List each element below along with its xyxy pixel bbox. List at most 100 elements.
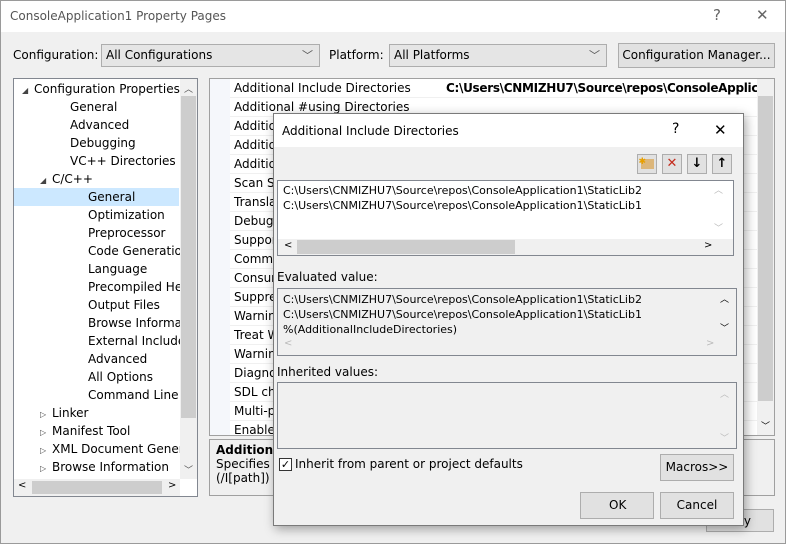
tree-item[interactable]: ◢ Configuration Properties — [14, 80, 180, 98]
chevron-down-icon: ﹀ — [302, 49, 313, 62]
inherited-values-box: ︿ ﹀ — [277, 382, 737, 449]
new-folder-icon: ✱ — [639, 157, 654, 169]
tree-item[interactable]: ▷ XML Document Genera — [14, 440, 191, 458]
grid-vertical-scrollbar[interactable]: ﹀ — [757, 79, 774, 435]
tree-item[interactable]: Browse Information — [14, 314, 197, 332]
scroll-up-icon[interactable]: ︿ — [720, 387, 729, 400]
scroll-down-icon[interactable]: ﹀ — [184, 463, 193, 476]
tree-item-label: Linker — [52, 406, 89, 420]
scroll-left-icon[interactable]: < — [284, 240, 292, 251]
scroll-thumb[interactable] — [181, 96, 196, 418]
tree-item[interactable]: Output Files — [14, 296, 179, 314]
move-up-button[interactable]: ↑ — [712, 154, 732, 174]
tree-item[interactable]: Advanced — [14, 116, 179, 134]
scroll-up-icon[interactable]: ︿ — [720, 292, 729, 305]
tree-item-label: Manifest Tool — [52, 424, 131, 438]
platform-select[interactable]: All Platforms ﹀ — [389, 44, 607, 67]
property-row[interactable]: Additional Include Directories C:\Users\C… — [230, 79, 774, 98]
list-horizontal-scrollbar[interactable]: < > — [278, 239, 733, 255]
tree-item-label: VC++ Directories — [70, 154, 176, 168]
tree-item[interactable]: External Includes — [14, 332, 192, 350]
configuration-value: All Configurations — [106, 48, 213, 62]
scroll-right-icon[interactable]: > — [706, 338, 714, 349]
scroll-down-icon[interactable]: ﹀ — [761, 419, 770, 432]
macros-button[interactable]: Macros>> — [660, 454, 734, 481]
scroll-left-icon[interactable]: < — [18, 480, 26, 491]
tree-item[interactable]: ▷ Linker — [14, 404, 179, 422]
dialog-title: Additional Include Directories — [282, 124, 459, 138]
evaluated-line: C:\Users\CNMIZHU7\Source\repos\ConsoleAp… — [283, 308, 642, 321]
scroll-down-icon[interactable]: ﹀ — [714, 221, 723, 234]
property-name: Comm — [234, 252, 274, 266]
scroll-up-icon[interactable]: ︿ — [184, 82, 193, 95]
inherited-values-label: Inherited values: — [277, 365, 378, 379]
tree-item[interactable]: ◢ C/C++ — [14, 170, 179, 188]
inherit-checkbox-label[interactable]: Inherit from parent or project defaults — [295, 457, 523, 471]
configuration-label: Configuration: — [13, 48, 99, 62]
tree-item[interactable]: Precompiled Heade — [14, 278, 197, 296]
collapsed-arrow-icon[interactable]: ▷ — [40, 460, 52, 478]
tree-item[interactable]: Preprocessor — [14, 224, 179, 242]
tree-item-label: Command Line — [88, 388, 179, 402]
tree-item[interactable]: Code Generation — [14, 242, 189, 260]
delete-icon: ✕ — [666, 156, 678, 171]
tree-item[interactable]: VC++ Directories — [14, 152, 179, 170]
scroll-thumb[interactable] — [32, 481, 162, 494]
tree-item[interactable]: ▷ Manifest Tool — [14, 422, 179, 440]
directory-entry[interactable]: C:\Users\CNMIZHU7\Source\repos\ConsoleAp… — [283, 198, 642, 213]
tree-vertical-scrollbar[interactable]: ︿ ﹀ — [180, 79, 197, 479]
property-value[interactable]: C:\Users\CNMIZHU7\Source\repos\ConsoleAp… — [446, 79, 774, 98]
window-title: ConsoleApplication1 Property Pages — [10, 9, 227, 23]
tree-item[interactable]: All Options — [14, 368, 179, 386]
property-name: Enable — [234, 423, 275, 436]
platform-value: All Platforms — [394, 48, 470, 62]
configuration-manager-button[interactable]: Configuration Manager... — [618, 43, 775, 68]
property-name: Debug — [234, 214, 274, 228]
scroll-thumb[interactable] — [297, 240, 515, 254]
tree-item[interactable]: ▷ Browse Information — [14, 458, 179, 476]
tree-item-label: Debugging — [70, 136, 136, 150]
scroll-thumb[interactable] — [758, 96, 773, 401]
directories-list[interactable]: C:\Users\CNMIZHU7\Source\repos\ConsoleAp… — [277, 180, 734, 256]
scroll-down-icon[interactable]: ﹀ — [720, 321, 729, 334]
tree-item[interactable]: Language — [14, 260, 179, 278]
move-down-button[interactable]: ↓ — [687, 154, 707, 174]
property-name: Suppor — [234, 233, 277, 247]
scroll-down-icon[interactable]: ﹀ — [720, 431, 729, 444]
tree-item[interactable]: Optimization — [14, 206, 179, 224]
close-button[interactable]: ✕ — [756, 6, 769, 24]
directory-entry[interactable]: C:\Users\CNMIZHU7\Source\repos\ConsoleAp… — [283, 183, 642, 198]
property-name: Warnin — [234, 309, 276, 323]
ok-button[interactable]: OK — [580, 492, 654, 519]
tree-item[interactable]: Debugging — [14, 134, 179, 152]
configuration-select[interactable]: All Configurations ﹀ — [101, 44, 320, 67]
dialog-help-button[interactable]: ? — [672, 121, 679, 137]
tree-item-label: Configuration Properties — [34, 82, 180, 96]
tree-horizontal-scrollbar[interactable]: < > — [14, 479, 180, 496]
tree-item[interactable]: General — [14, 98, 179, 116]
property-name: Additio — [234, 157, 276, 171]
scroll-left-icon[interactable]: < — [284, 338, 292, 349]
cancel-button[interactable]: Cancel — [660, 492, 734, 519]
platform-label: Platform: — [329, 48, 384, 62]
checkmark-icon: ✓ — [280, 458, 291, 471]
scroll-right-icon[interactable]: > — [168, 480, 176, 491]
property-name: Multi-p — [234, 404, 276, 418]
dialog-close-button[interactable]: ✕ — [714, 121, 727, 139]
tree-item-label: Optimization — [88, 208, 165, 222]
tree-item[interactable]: General — [14, 188, 179, 206]
inherit-checkbox[interactable]: ✓ — [279, 458, 292, 471]
property-name: Additional #using Directories — [234, 100, 410, 114]
help-button[interactable]: ? — [713, 6, 721, 24]
tree-item-label: External Includes — [88, 334, 192, 348]
tree-item[interactable]: Advanced — [14, 350, 179, 368]
scroll-up-icon[interactable]: ︿ — [714, 183, 723, 196]
evaluated-value-label: Evaluated value: — [277, 270, 378, 284]
chevron-down-icon: ﹀ — [589, 49, 600, 62]
dialog-title-bar: Additional Include Directories ? ✕ — [274, 114, 743, 147]
title-bar: ConsoleApplication1 Property Pages ? ✕ — [1, 1, 785, 32]
scroll-right-icon[interactable]: > — [704, 240, 712, 251]
tree-item[interactable]: Command Line — [14, 386, 179, 404]
delete-line-button[interactable]: ✕ — [662, 154, 682, 174]
new-line-button[interactable]: ✱ — [637, 154, 657, 174]
